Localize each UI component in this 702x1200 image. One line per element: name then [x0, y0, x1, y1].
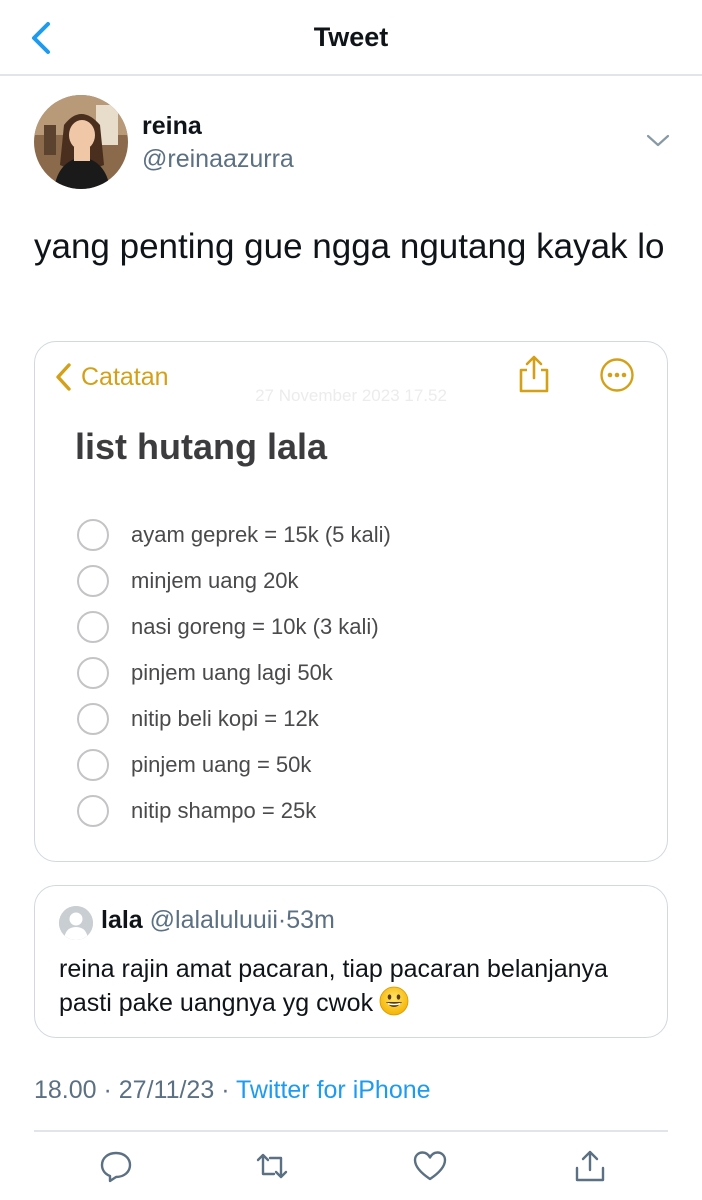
quoted-time: 53m — [286, 906, 335, 934]
avatar-photo — [34, 95, 128, 189]
checklist-item-label: minjem uang 20k — [131, 568, 299, 593]
checklist-item-label: nitip beli kopi = 12k — [131, 706, 319, 731]
grinning-face-emoji-icon — [379, 986, 409, 1016]
tweet-meta: 18.00 · 27/11/23 · Twitter for iPhone — [34, 1076, 431, 1105]
checklist-item: pinjem uang = 50k — [77, 742, 637, 788]
checklist-item-label: pinjem uang = 50k — [131, 752, 312, 777]
checklist-item-label: pinjem uang lagi 50k — [131, 660, 333, 685]
quoted-author-handle: @lalaluluuii — [149, 906, 278, 934]
tweet-date: 27/11/23 — [118, 1076, 215, 1104]
notes-title: list hutang lala — [75, 426, 328, 467]
checklist-item: nitip shampo = 25k — [77, 788, 637, 834]
quoted-tweet-text-wrap: reina rajin amat pacaran, tiap pacaran b… — [59, 952, 659, 1020]
quoted-tweet-text: reina rajin amat pacaran, tiap pacaran b… — [59, 955, 608, 1017]
author-name[interactable]: reina — [142, 112, 202, 141]
quoted-tweet[interactable]: lala @lalaluluuii·53m reina rajin amat p… — [34, 885, 668, 1038]
checklist-item-label: nitip shampo = 25k — [131, 798, 317, 823]
checkbox-circle — [77, 657, 109, 689]
quoted-author-avatar — [59, 906, 93, 940]
default-avatar-icon — [59, 906, 93, 940]
attached-image-notes[interactable]: Catatan 27 November 2023 17.52 list huta… — [34, 341, 668, 862]
tweet-source-link[interactable]: Twitter for iPhone — [236, 1076, 431, 1104]
chevron-down-icon[interactable] — [644, 130, 672, 152]
checkbox-circle — [77, 565, 109, 597]
reply-icon[interactable] — [98, 1148, 134, 1184]
checkbox-circle — [77, 611, 109, 643]
checklist-item-label: ayam geprek = 15k (5 kali) — [131, 522, 391, 547]
share-icon[interactable] — [572, 1148, 608, 1184]
checklist-item: nasi goreng = 10k (3 kali) — [77, 604, 637, 650]
meta-separator: · — [214, 1076, 237, 1104]
like-icon[interactable] — [412, 1148, 448, 1184]
checklist-item: minjem uang 20k — [77, 558, 637, 604]
meta-separator: · — [96, 1076, 119, 1104]
tweet-text: yang penting gue ngga ngutang kayak lo — [34, 227, 665, 266]
quoted-author-name: lala — [101, 906, 143, 934]
checkbox-circle — [77, 749, 109, 781]
checkbox-circle — [77, 703, 109, 735]
checklist-item: nitip beli kopi = 12k — [77, 696, 637, 742]
notes-date: 27 November 2023 17.52 — [255, 386, 447, 405]
author-avatar[interactable] — [34, 95, 128, 189]
checkbox-circle — [77, 795, 109, 827]
quoted-separator: · — [277, 906, 287, 934]
author-handle[interactable]: @reinaazurra — [142, 145, 294, 174]
checkbox-circle — [77, 519, 109, 551]
retweet-icon[interactable] — [254, 1148, 290, 1184]
page-title: Tweet — [313, 22, 389, 52]
checklist: ayam geprek = 15k (5 kali) minjem uang 2… — [77, 512, 637, 834]
checklist-item-label: nasi goreng = 10k (3 kali) — [131, 614, 379, 639]
tweet-time: 18.00 — [34, 1076, 97, 1104]
navigation-bar: Tweet — [0, 0, 702, 76]
divider — [34, 1130, 668, 1132]
checklist-item: pinjem uang lagi 50k — [77, 650, 637, 696]
quoted-tweet-header: lala @lalaluluuii·53m — [101, 906, 335, 935]
checklist-item: ayam geprek = 15k (5 kali) — [77, 512, 637, 558]
